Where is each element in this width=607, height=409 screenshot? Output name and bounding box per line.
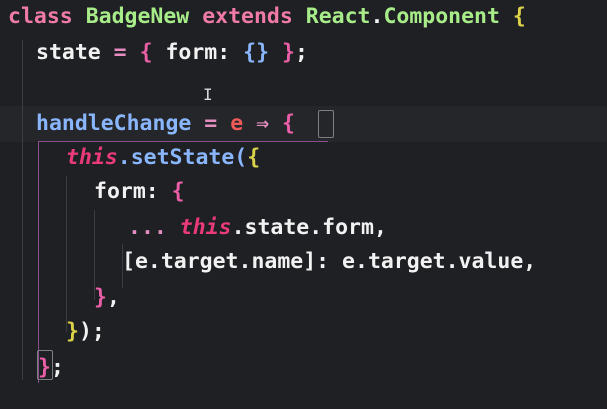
setstate-call: .setState( xyxy=(117,145,248,170)
indent-guide xyxy=(66,176,67,332)
keyword-extends: extends xyxy=(202,4,293,29)
keyword-class: class xyxy=(8,4,73,29)
bracket-match-open xyxy=(318,110,334,138)
code-line-2: state = { form: {} }; xyxy=(36,36,308,70)
param-e: e xyxy=(230,111,244,136)
state-form-access: .state.form, xyxy=(231,215,387,240)
assign-operator: = xyxy=(100,40,140,65)
text-cursor-icon: I xyxy=(203,85,213,104)
close-brace: } xyxy=(66,319,79,344)
code-line-6: form: { xyxy=(94,175,185,209)
method-name: handleChange xyxy=(36,111,192,136)
open-brace: { xyxy=(139,40,153,65)
react-identifier: React xyxy=(305,4,371,29)
component-identifier: Component xyxy=(383,4,500,29)
code-line-9: }, xyxy=(94,281,120,315)
close-brace: } xyxy=(38,355,51,380)
code-line-8: [e.target.name]: e.target.value, xyxy=(122,245,536,279)
spread-operator: ... xyxy=(128,215,180,240)
indent-guide xyxy=(22,40,23,380)
form-key: form: xyxy=(94,179,172,204)
state-property: state xyxy=(36,40,101,65)
code-line-4: handleChange = e ⇒ { xyxy=(36,107,295,141)
code-line-7: ... this.state.form, xyxy=(128,211,387,245)
form-key: form: xyxy=(152,40,244,65)
computed-property: [e.target.name]: e.target.value, xyxy=(122,249,537,274)
open-brace: { xyxy=(247,145,261,170)
semicolon: ; xyxy=(50,355,64,380)
active-indent-guide xyxy=(38,141,39,383)
assign-operator: = xyxy=(191,111,231,136)
this-keyword: this xyxy=(179,215,232,240)
comma: , xyxy=(106,285,120,310)
open-brace: { xyxy=(512,4,526,29)
code-line-10: }); xyxy=(66,315,105,349)
open-brace: { xyxy=(282,111,295,136)
close-paren-semicolon: ); xyxy=(78,319,105,344)
this-keyword: this xyxy=(66,145,118,170)
code-editor[interactable]: class BadgeNew extends React.Component {… xyxy=(0,0,607,409)
arrow-operator: ⇒ xyxy=(256,111,270,136)
code-line-1: class BadgeNew extends React.Component { xyxy=(8,0,526,34)
code-line-5: this.setState({ xyxy=(66,141,260,175)
close-brace: } xyxy=(94,285,107,310)
semicolon: ; xyxy=(294,40,308,65)
class-name: BadgeNew xyxy=(85,4,190,29)
code-line-11: }; xyxy=(38,351,64,385)
close-brace: } xyxy=(281,40,295,65)
dot: . xyxy=(370,4,384,29)
empty-object: {} xyxy=(243,40,270,65)
open-brace: { xyxy=(171,179,185,204)
